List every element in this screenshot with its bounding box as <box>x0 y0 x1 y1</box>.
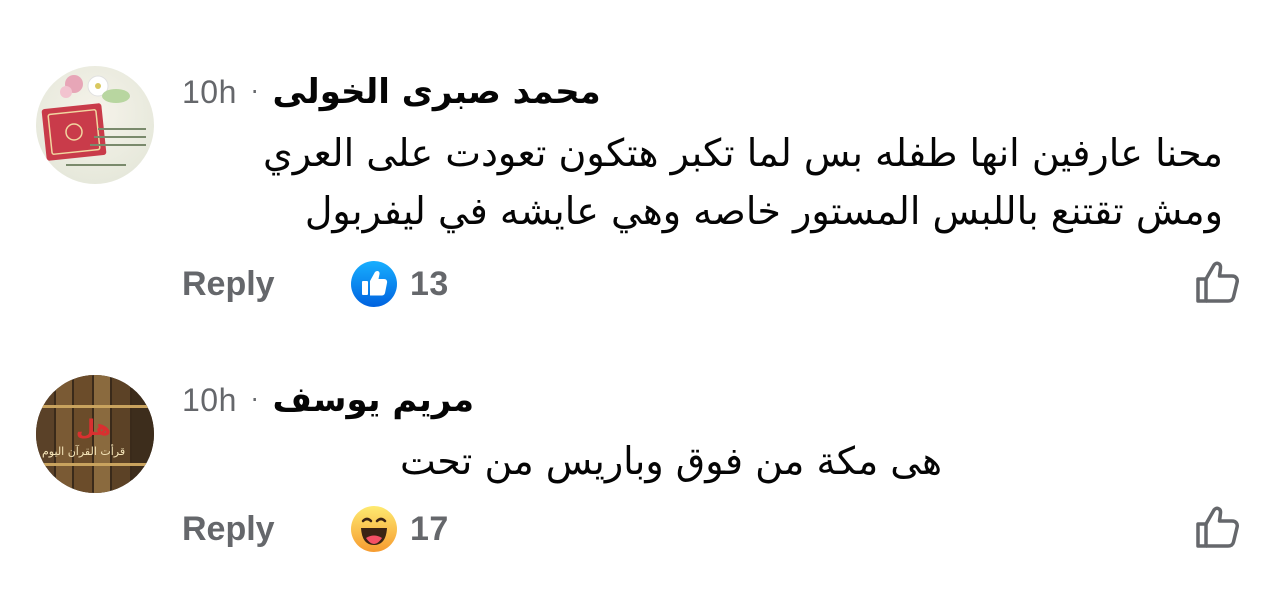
books-avatar-icon: هل قرأت القرآن اليوم <box>36 375 154 493</box>
timestamp[interactable]: 10h <box>182 382 237 419</box>
comment-actions: Reply 13 <box>182 259 449 309</box>
thumbs-up-outline-icon <box>1196 261 1239 303</box>
comment-header: 10h · مريم يوسف <box>182 375 474 425</box>
comment: 10h · محمد صبرى الخولى محنا عارفين انها … <box>0 0 1269 320</box>
like-button[interactable] <box>1192 502 1244 554</box>
comment-actions: Reply 17 <box>182 504 449 554</box>
like-button[interactable] <box>1192 257 1244 309</box>
like-reaction-icon[interactable] <box>350 260 398 308</box>
comment: هل قرأت القرآن اليوم 10h · مريم يوسف هى … <box>0 320 1269 600</box>
timestamp[interactable]: 10h <box>182 74 237 111</box>
reply-button[interactable]: Reply <box>182 265 350 304</box>
avatar-caption-top: هل <box>76 416 111 441</box>
comment-text: هى مكة من فوق وباريس من تحت <box>399 439 942 483</box>
quran-book-avatar-icon <box>36 66 154 184</box>
avatar[interactable]: هل قرأت القرآن اليوم <box>36 375 154 493</box>
haha-reaction-icon[interactable] <box>350 505 398 553</box>
separator-dot: · <box>250 78 259 106</box>
comment-text: محنا عارفين انها طفله بس لما تكبر هتكون … <box>262 131 1223 233</box>
author-name[interactable]: محمد صبرى الخولى <box>273 72 601 112</box>
reply-button[interactable]: Reply <box>182 510 350 549</box>
avatar[interactable] <box>36 66 154 184</box>
author-name[interactable]: مريم يوسف <box>273 380 474 420</box>
thumbs-up-outline-icon <box>1196 506 1239 548</box>
reaction-count[interactable]: 17 <box>410 510 449 549</box>
reaction-count[interactable]: 13 <box>410 265 449 304</box>
avatar-caption-bottom: قرأت القرآن اليوم <box>42 444 125 458</box>
comment-header: 10h · محمد صبرى الخولى <box>182 67 601 117</box>
separator-dot: · <box>250 386 259 414</box>
